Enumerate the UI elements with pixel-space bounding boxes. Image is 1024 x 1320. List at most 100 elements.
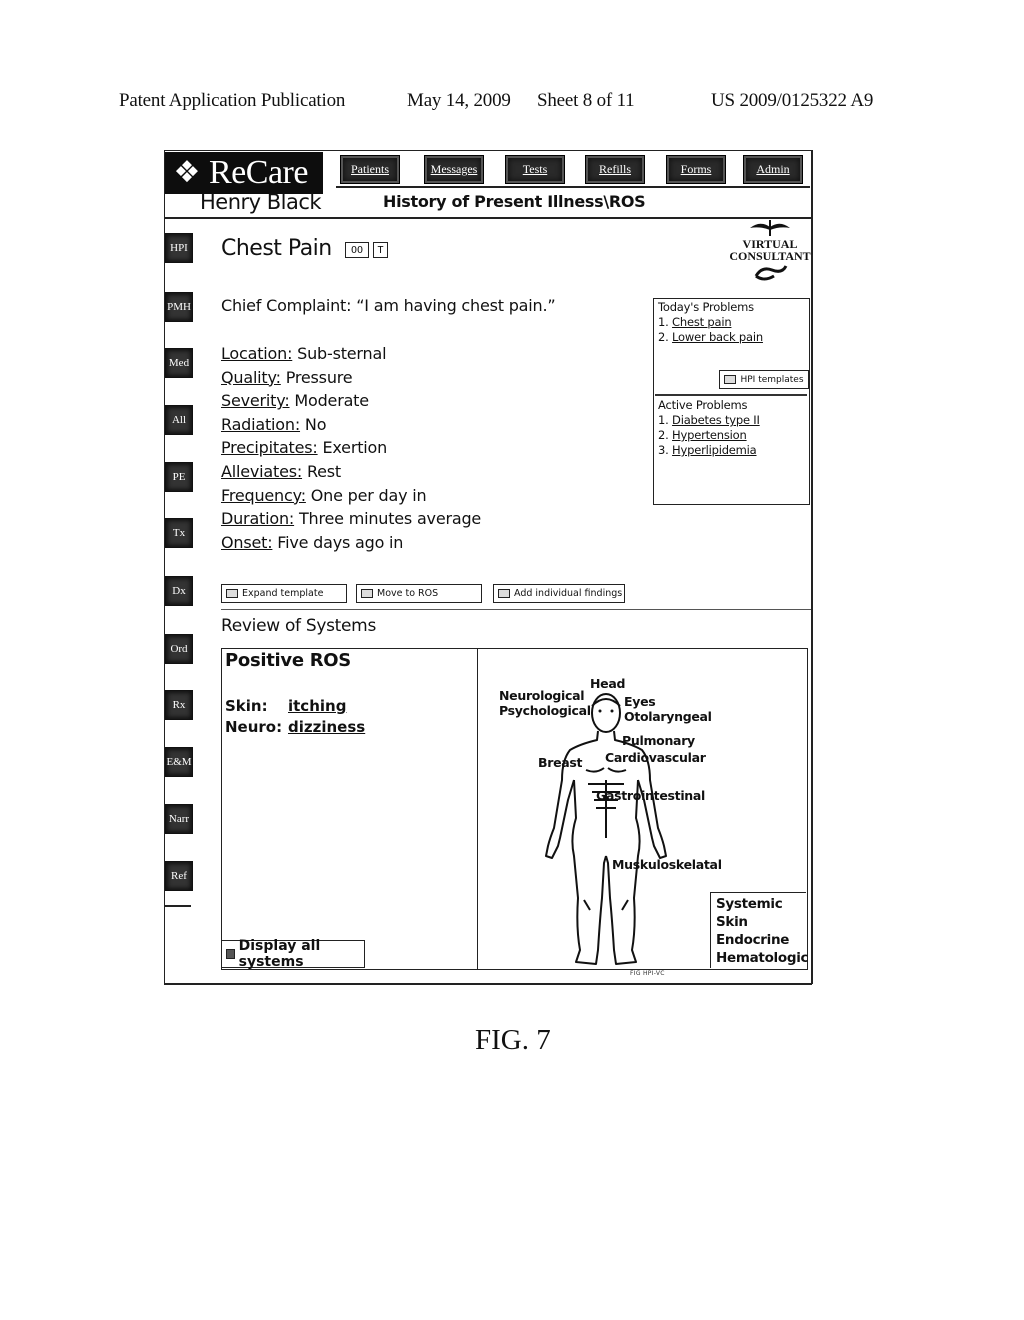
move-to-ros-button[interactable]: Move to ROS: [356, 584, 482, 603]
hpi-label[interactable]: Onset:: [221, 533, 273, 552]
hpi-value: Rest: [306, 461, 341, 481]
problem-link-lower-back-pain[interactable]: Lower back pain: [672, 330, 763, 344]
nav-admin-button[interactable]: Admin: [743, 155, 803, 184]
body-label-head[interactable]: Head: [590, 676, 625, 691]
system-systemic[interactable]: Systemic: [716, 895, 806, 913]
nav-refills-button[interactable]: Refills: [585, 155, 645, 184]
virtual-consultant-button[interactable]: VIRTUAL CONSULTANT: [728, 218, 812, 290]
body-label-neurological[interactable]: Neurological: [499, 688, 585, 703]
hpi-label[interactable]: Quality:: [221, 368, 281, 387]
hpi-field-quality: Quality: Pressure: [221, 366, 481, 390]
body-label-breast[interactable]: Breast: [538, 755, 583, 770]
hpi-field-frequency: Frequency: One per day in: [221, 484, 481, 508]
sidebar-item-ref[interactable]: Ref: [165, 861, 193, 891]
sidebar-item-em[interactable]: E&M: [165, 747, 193, 777]
active-problem-item: 2. Hypertension: [654, 428, 809, 443]
hpi-value: Pressure: [285, 367, 353, 387]
hpi-label[interactable]: Precipitates:: [221, 438, 318, 457]
hpi-templates-button[interactable]: HPI templates: [719, 370, 809, 389]
problems-divider: [655, 394, 807, 396]
hpi-value: Moderate: [294, 391, 369, 411]
header-divider: [165, 217, 811, 219]
nav-tests-button[interactable]: Tests: [505, 155, 565, 184]
sidebar-item-narr[interactable]: Narr: [165, 804, 193, 834]
problem-link-hypertension[interactable]: Hypertension: [672, 428, 747, 442]
sidebar-item-med[interactable]: Med: [165, 348, 193, 378]
sidebar-item-dx[interactable]: Dx: [165, 576, 193, 606]
item-number: 2.: [658, 330, 669, 344]
body-label-gastrointestinal[interactable]: Gastrointestinal: [596, 788, 705, 803]
expand-template-button[interactable]: Expand template: [221, 584, 347, 603]
sidebar-item-all[interactable]: All: [165, 405, 193, 435]
app-name: ReCare: [209, 154, 308, 191]
keyboard-icon: [498, 589, 510, 598]
human-body-figure[interactable]: [540, 688, 670, 970]
sidebar-item-hpi[interactable]: HPI: [165, 233, 193, 263]
hpi-label[interactable]: Radiation:: [221, 415, 300, 434]
hpi-value: Sub-sternal: [297, 344, 387, 363]
expand-template-label: Expand template: [242, 588, 324, 599]
hpi-label[interactable]: Frequency:: [221, 486, 306, 505]
patent-number: US 2009/0125322 A9: [711, 90, 874, 111]
keyboard-icon: [226, 949, 235, 959]
hpi-templates-label: HPI templates: [740, 374, 804, 385]
ros-system: Skin:: [225, 697, 268, 715]
body-label-otolaryngeal[interactable]: Otolaryngeal: [624, 709, 712, 724]
ros-finding-link[interactable]: dizziness: [288, 718, 365, 736]
hpi-value: Three minutes average: [298, 509, 482, 529]
sidebar-item-tx[interactable]: Tx: [165, 518, 193, 548]
hpi-value: One per day in: [310, 485, 427, 505]
glasses-icon[interactable]: OO: [345, 242, 369, 258]
text-icon[interactable]: T: [373, 242, 388, 258]
hpi-field-severity: Severity: Moderate: [221, 389, 481, 413]
body-label-psychological[interactable]: Psychological: [499, 703, 591, 718]
app-window-border: [164, 983, 812, 985]
item-number: 1.: [658, 413, 669, 427]
positive-ros-list: Skin: itching Neuro: dizziness: [225, 696, 365, 738]
nav-patients-button[interactable]: Patients: [340, 155, 400, 184]
body-label-cardiovascular[interactable]: Cardiovascular: [605, 750, 706, 765]
nav-divider: [336, 186, 810, 188]
body-label-pulmonary[interactable]: Pulmonary: [622, 733, 695, 748]
system-hematologic[interactable]: Hematologic: [716, 949, 809, 967]
system-skin[interactable]: Skin: [716, 913, 806, 931]
sidebar-divider: [165, 905, 191, 907]
active-problem-item: 1. Diabetes type II: [654, 413, 809, 428]
item-number: 2.: [658, 428, 669, 442]
ros-system: Neuro:: [225, 718, 283, 736]
sidebar-item-pe[interactable]: PE: [165, 462, 193, 492]
active-problem-item: 3. Hyperlipidemia: [654, 443, 809, 458]
patent-sheet: Sheet 8 of 11: [537, 90, 635, 111]
hpi-field-location: Location: Sub-sternal: [221, 342, 481, 366]
chief-complaint: Chief Complaint: “I am having chest pain…: [221, 296, 556, 315]
patent-date: May 14, 2009: [407, 90, 511, 111]
todays-problem-item: 2. Lower back pain: [654, 330, 809, 345]
figure-tag: FIG HPI-VC: [630, 970, 665, 977]
app-logo: ❖ ReCare: [165, 152, 323, 194]
nav-forms-button[interactable]: Forms: [666, 155, 726, 184]
keyboard-icon: [361, 589, 373, 598]
hpi-label[interactable]: Location:: [221, 344, 292, 363]
system-endocrine[interactable]: Endocrine: [716, 931, 806, 949]
hpi-label[interactable]: Duration:: [221, 509, 294, 528]
sidebar-item-pmh[interactable]: PMH: [165, 292, 193, 322]
hpi-value: No: [304, 414, 327, 434]
display-all-systems-button[interactable]: Display all systems: [221, 938, 365, 970]
problem-link-diabetes[interactable]: Diabetes type II: [672, 413, 760, 427]
chief-complaint-label: Chief Complaint:: [221, 296, 352, 315]
problem-link-chest-pain[interactable]: Chest pain: [672, 315, 732, 329]
sidebar-item-rx[interactable]: Rx: [165, 690, 193, 720]
body-label-eyes[interactable]: Eyes: [624, 694, 656, 709]
positive-ros-item: Neuro: dizziness: [225, 717, 365, 738]
sidebar-item-ord[interactable]: Ord: [165, 634, 193, 664]
serpent-icon: [754, 265, 788, 281]
patient-name: Henry Black: [200, 190, 322, 214]
hpi-label[interactable]: Severity:: [221, 391, 290, 410]
body-label-musculoskeletal[interactable]: Muskuloskelatal: [612, 857, 722, 872]
nav-messages-button[interactable]: Messages: [424, 155, 484, 184]
problem-link-hyperlipidemia[interactable]: Hyperlipidemia: [672, 443, 757, 457]
problems-panel: Today's Problems 1. Chest pain 2. Lower …: [653, 298, 810, 505]
hpi-label[interactable]: Alleviates:: [221, 462, 302, 481]
ros-finding-link[interactable]: itching: [288, 697, 346, 715]
add-individual-findings-button[interactable]: Add individual findings: [493, 584, 625, 603]
